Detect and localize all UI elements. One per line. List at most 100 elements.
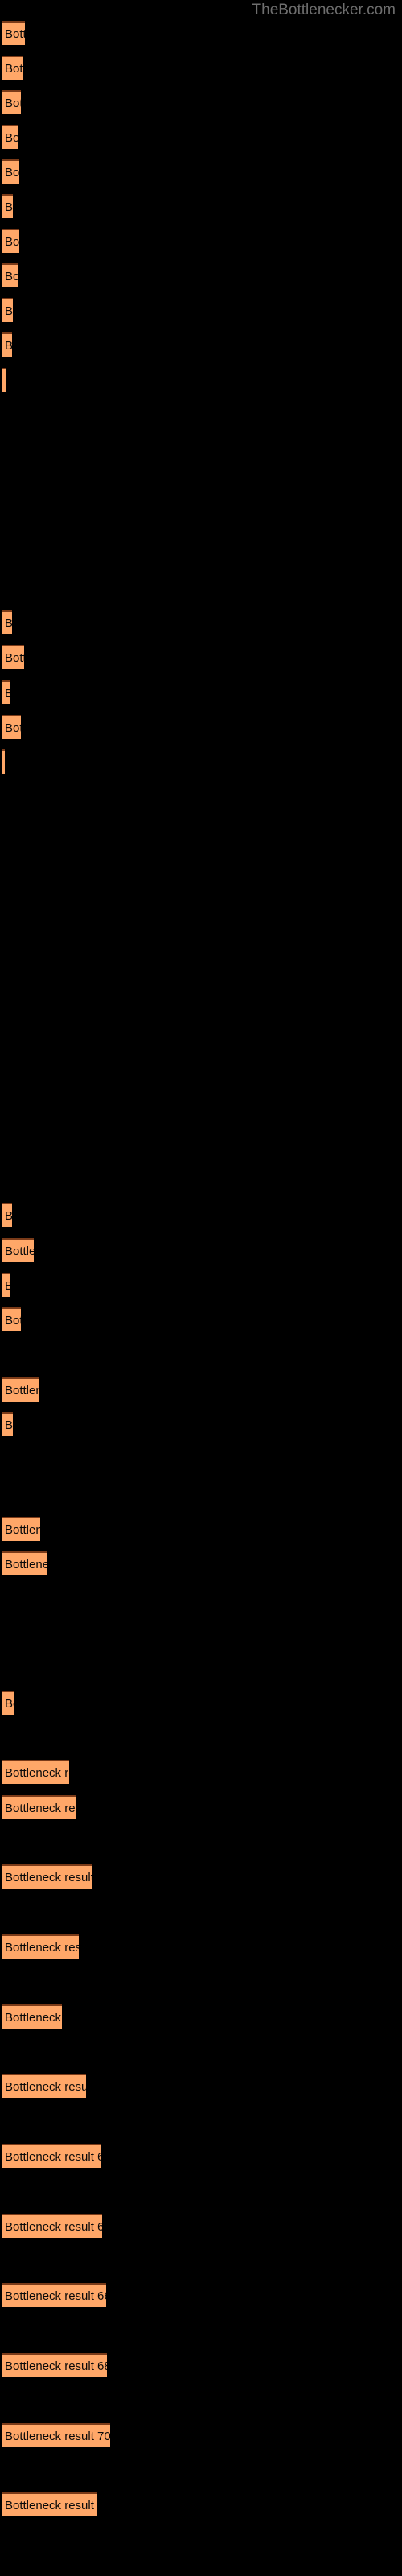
- bar[interactable]: Bottleneck result 4: [2, 125, 18, 149]
- bar-row[interactable]: Bottleneck result 58: [2, 2004, 62, 2029]
- bar-label: Bottleneck result 7: [5, 235, 19, 249]
- bar-label: Bottleneck result 5: [5, 166, 19, 180]
- bar-row[interactable]: Bottleneck result 40: [2, 1377, 39, 1402]
- bar-label: Bottleneck result 68: [5, 2359, 107, 2373]
- bar[interactable]: Bottleneck result 72: [2, 2492, 97, 2516]
- bar-row[interactable]: Bottleneck result 36: [2, 1238, 34, 1262]
- bar-row[interactable]: Bottleneck result 68: [2, 2353, 107, 2377]
- bar[interactable]: Bottleneck result 56: [2, 1934, 79, 1959]
- bar-row[interactable]: Bottleneck result 9: [2, 298, 13, 322]
- bar-label: Bottleneck result 4: [5, 131, 18, 145]
- bar[interactable]: Bottleneck result 44: [2, 1517, 40, 1541]
- bar[interactable]: Bottleneck result 54: [2, 1864, 92, 1889]
- bar-row[interactable]: Bottleneck result 52: [2, 1795, 76, 1819]
- bar-label: Bottleneck result 18: [5, 612, 12, 634]
- bar-row[interactable]: Bottleneck result 54: [2, 1864, 92, 1889]
- bar-row[interactable]: Bottleneck result 70: [2, 2423, 110, 2447]
- bar-label: Bottleneck result 8: [5, 270, 18, 283]
- bar[interactable]: Bottleneck result 58: [2, 2004, 62, 2029]
- bar[interactable]: Bottleneck result 35: [2, 1203, 12, 1227]
- bar-label: Bottleneck result 49: [5, 1697, 14, 1711]
- bar-row[interactable]: Bottleneck result 22: [2, 749, 5, 774]
- bar-label: Bottleneck result 2: [5, 62, 23, 76]
- bar-row[interactable]: Bottleneck result 60: [2, 2074, 86, 2098]
- bar[interactable]: Bottleneck result 60: [2, 2074, 86, 2098]
- bar-label: Bottleneck result 21: [5, 721, 21, 735]
- bottleneck-bar-chart: TheBottlenecker.com Bottleneck result 1B…: [0, 0, 402, 2576]
- bar-label: Bottleneck result 38: [5, 1314, 21, 1327]
- bar-row[interactable]: Bottleneck result 41: [2, 1412, 13, 1436]
- bar[interactable]: Bottleneck result 38: [2, 1307, 21, 1331]
- bar-row[interactable]: Bottleneck result 5: [2, 159, 19, 184]
- bar-row[interactable]: Bottleneck result 21: [2, 715, 21, 739]
- bar[interactable]: Bottleneck result 52: [2, 1795, 76, 1819]
- bar-label: Bottleneck result 11: [5, 369, 6, 392]
- bar-label: Bottleneck result 3: [5, 97, 21, 110]
- bar-label: Bottleneck result 51: [5, 1766, 69, 1780]
- bar[interactable]: Bottleneck result 7: [2, 229, 19, 253]
- bar-label: Bottleneck result 9: [5, 304, 13, 318]
- bar-row[interactable]: Bottleneck result 72: [2, 2492, 97, 2516]
- bar-label: Bottleneck result 56: [5, 1941, 79, 1955]
- bar-row[interactable]: Bottleneck result 56: [2, 1934, 79, 1959]
- bars-layer: Bottleneck result 1 Bottleneck result 2 Bo…: [0, 0, 402, 2576]
- bar[interactable]: Bottleneck result 9: [2, 298, 13, 322]
- bar-row[interactable]: Bottleneck result 66: [2, 2283, 106, 2307]
- bar-row[interactable]: Bottleneck result 7: [2, 229, 19, 253]
- bar[interactable]: Bottleneck result 2: [2, 56, 23, 80]
- bar-row[interactable]: Bottleneck result 45: [2, 1551, 47, 1575]
- bar[interactable]: Bottleneck result 66: [2, 2283, 106, 2307]
- bar-row[interactable]: Bottleneck result 18: [2, 610, 12, 634]
- bar-row[interactable]: Bottleneck result 37: [2, 1273, 10, 1297]
- bar-row[interactable]: Bottleneck result 19: [2, 645, 24, 669]
- bar-row[interactable]: Bottleneck result 2: [2, 56, 23, 80]
- bar[interactable]: Bottleneck result 62: [2, 2144, 100, 2168]
- bar-label: Bottleneck result 1: [5, 27, 25, 41]
- bar-label: Bottleneck result 6: [5, 200, 13, 214]
- bar[interactable]: Bottleneck result 1: [2, 21, 25, 45]
- bar-label: Bottleneck result 54: [5, 1871, 92, 1885]
- bar[interactable]: Bottleneck result 37: [2, 1273, 10, 1297]
- bar-row[interactable]: Bottleneck result 3: [2, 90, 21, 114]
- bar-row[interactable]: Bottleneck result 35: [2, 1203, 12, 1227]
- bar-row[interactable]: Bottleneck result 1: [2, 21, 25, 45]
- bar[interactable]: Bottleneck result 22: [2, 749, 5, 774]
- bar-row[interactable]: Bottleneck result 44: [2, 1517, 40, 1541]
- bar[interactable]: Bottleneck result 36: [2, 1238, 34, 1262]
- bar-label: Bottleneck result 64: [5, 2220, 102, 2234]
- bar[interactable]: Bottleneck result 5: [2, 159, 19, 184]
- bar[interactable]: Bottleneck result 6: [2, 194, 13, 218]
- bar[interactable]: Bottleneck result 68: [2, 2353, 107, 2377]
- bar[interactable]: Bottleneck result 3: [2, 90, 21, 114]
- bar-row[interactable]: Bottleneck result 49: [2, 1690, 14, 1715]
- bar-row[interactable]: Bottleneck result 38: [2, 1307, 21, 1331]
- bar[interactable]: Bottleneck result 20: [2, 680, 10, 704]
- bar[interactable]: Bottleneck result 19: [2, 645, 24, 669]
- bar-label: Bottleneck result 20: [5, 682, 10, 704]
- bar[interactable]: Bottleneck result 10: [2, 332, 12, 357]
- bar[interactable]: Bottleneck result 11: [2, 368, 6, 392]
- bar-row[interactable]: Bottleneck result 10: [2, 332, 12, 357]
- bar-label: Bottleneck result 66: [5, 2289, 106, 2303]
- bar[interactable]: Bottleneck result 51: [2, 1760, 69, 1784]
- bar-label: Bottleneck result 62: [5, 2150, 100, 2164]
- bar-row[interactable]: Bottleneck result 4: [2, 125, 18, 149]
- bar-row[interactable]: Bottleneck result 62: [2, 2144, 100, 2168]
- bar[interactable]: Bottleneck result 8: [2, 263, 18, 287]
- bar-row[interactable]: Bottleneck result 11: [2, 368, 6, 392]
- bar[interactable]: Bottleneck result 41: [2, 1412, 13, 1436]
- bar-label: Bottleneck result 72: [5, 2499, 97, 2512]
- bar[interactable]: Bottleneck result 49: [2, 1690, 14, 1715]
- bar[interactable]: Bottleneck result 64: [2, 2214, 102, 2238]
- bar-row[interactable]: Bottleneck result 8: [2, 263, 18, 287]
- bar[interactable]: Bottleneck result 70: [2, 2423, 110, 2447]
- bar[interactable]: Bottleneck result 40: [2, 1377, 39, 1402]
- bar-row[interactable]: Bottleneck result 64: [2, 2214, 102, 2238]
- bar-row[interactable]: Bottleneck result 51: [2, 1760, 69, 1784]
- bar[interactable]: Bottleneck result 21: [2, 715, 21, 739]
- bar[interactable]: Bottleneck result 45: [2, 1551, 47, 1575]
- bar-row[interactable]: Bottleneck result 20: [2, 680, 10, 704]
- bar-label: Bottleneck result 35: [5, 1204, 12, 1227]
- bar-row[interactable]: Bottleneck result 6: [2, 194, 13, 218]
- bar[interactable]: Bottleneck result 18: [2, 610, 12, 634]
